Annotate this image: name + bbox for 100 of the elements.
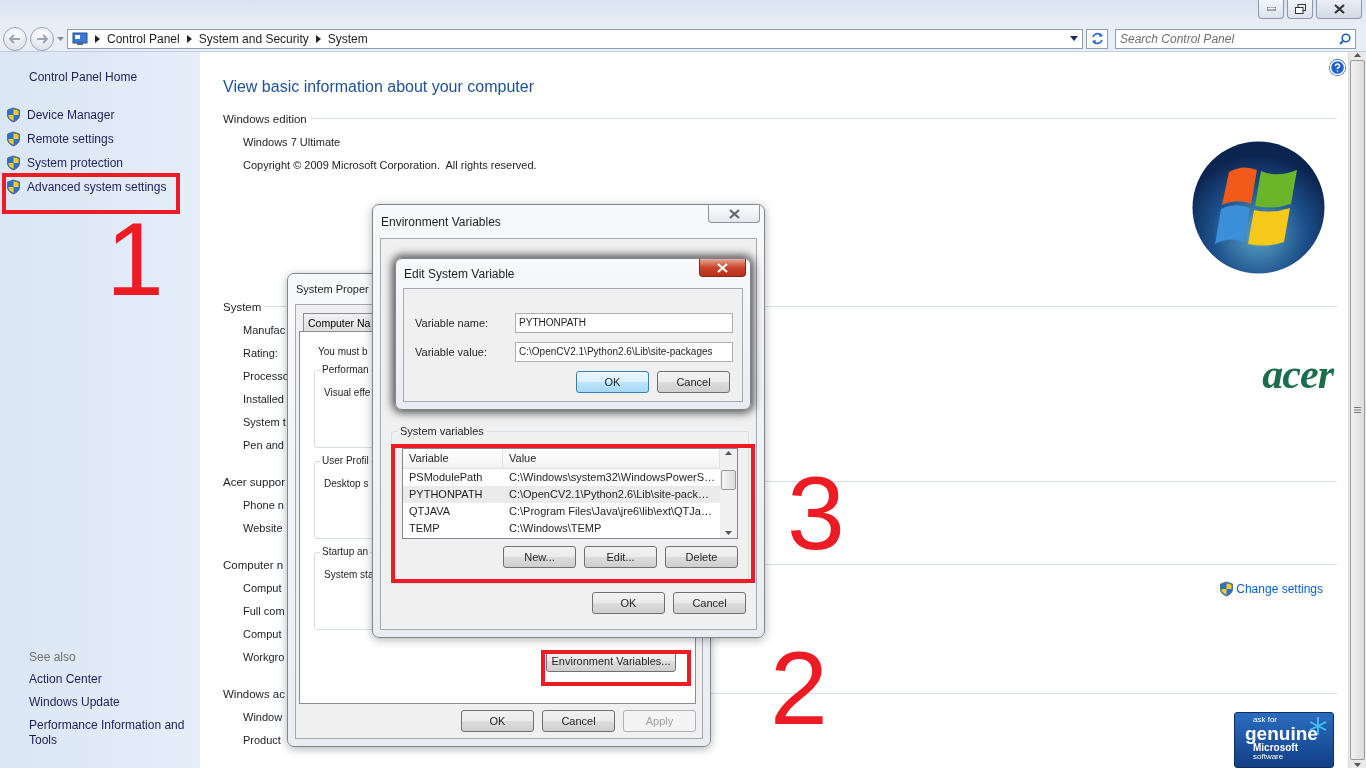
table-cell[interactable]: C:\OpenCV2.1\Python2.6\Lib\site-pack…	[503, 486, 720, 503]
change-settings-link[interactable]: Change settings	[1219, 577, 1323, 600]
chevron-icon	[95, 34, 100, 43]
sidebar-link[interactable]: Remote settings	[27, 132, 114, 146]
section-heading: System	[223, 300, 262, 313]
sidebar-link[interactable]: Performance Information and Tools	[29, 718, 199, 748]
dialog-button[interactable]: Edit...	[584, 546, 657, 568]
dialog-button[interactable]: Cancel	[673, 592, 746, 614]
badge-text: genuine	[1245, 724, 1318, 743]
column-header[interactable]: Value	[503, 449, 720, 469]
see-also-heading: See also	[29, 650, 77, 664]
back-arrow-icon	[9, 33, 21, 44]
info-text: Comput	[243, 581, 282, 596]
brand-logo: acer	[1262, 354, 1333, 394]
group-label: User Profil	[320, 455, 371, 466]
forward-arrow-icon	[36, 33, 48, 44]
info-text: Workgro	[243, 650, 285, 665]
info-text: You must b	[318, 346, 368, 357]
close-icon	[728, 208, 740, 219]
dialog-title: System Proper	[296, 283, 369, 295]
dialog-button[interactable]: Cancel	[542, 710, 615, 732]
table-cell[interactable]: TEMP	[403, 520, 503, 537]
step-number: 1	[106, 207, 164, 311]
column-header[interactable]: Variable	[403, 449, 503, 469]
help-icon[interactable]	[1329, 59, 1346, 76]
scroll-down-icon	[1354, 762, 1361, 768]
breadcrumb-link[interactable]: System and Security	[198, 31, 309, 46]
section-heading: Windows edition	[223, 112, 307, 125]
page-title: View basic information about your computer	[223, 77, 535, 97]
info-text: Comput	[243, 627, 282, 642]
table-cell[interactable]: C:\Windows\system32\WindowsPowerS…	[503, 469, 720, 486]
dialog-button[interactable]: OK	[592, 592, 665, 614]
table-cell[interactable]: PYTHONPATH	[403, 486, 503, 503]
dropdown-caret-icon	[1070, 36, 1078, 41]
section-heading: Windows ac	[223, 687, 285, 700]
close-button[interactable]	[1316, 0, 1362, 19]
info-text: Manufac	[243, 323, 286, 338]
shield-icon	[6, 179, 21, 195]
control-panel-icon	[72, 31, 88, 46]
restore-icon	[1294, 4, 1306, 14]
info-text: Website	[243, 521, 283, 536]
table-cell[interactable]: PSModulePath	[403, 469, 503, 486]
step-number: 3	[787, 461, 845, 565]
table-cell[interactable]: C:\Windows\TEMP	[503, 520, 720, 537]
close-icon	[1333, 4, 1345, 14]
info-text: Desktop s	[324, 478, 369, 489]
scroll-up-icon	[725, 451, 732, 456]
address-bar[interactable]: Control Panel System and Security System	[67, 28, 1083, 49]
dialog-button[interactable]: OK	[576, 371, 649, 393]
info-text: Windows 7 Ultimate	[243, 135, 341, 150]
table-cell[interactable]: QTJAVA	[403, 503, 503, 520]
dialog-title: Environment Variables	[381, 214, 501, 229]
breadcrumb-link[interactable]: Control Panel	[107, 31, 180, 46]
sidebar-link[interactable]: Windows Update	[29, 695, 199, 710]
shield-icon	[6, 155, 21, 171]
breadcrumb-link[interactable]: System	[327, 31, 368, 46]
field-label: Variable value:	[415, 345, 488, 358]
table-cell[interactable]: C:\Program Files\Java\jre6\lib\ext\QTJa…	[503, 503, 720, 520]
scrollbar-thumb[interactable]	[721, 469, 736, 490]
scrollbar-thumb[interactable]	[1350, 60, 1365, 760]
search-field[interactable]: Search Control Panel	[1115, 28, 1356, 49]
sidebar-link[interactable]: Advanced system settings	[27, 180, 167, 194]
info-text: System t	[243, 415, 286, 430]
sidebar-link[interactable]: System protection	[27, 156, 124, 170]
badge-text: Microsoft	[1253, 743, 1298, 753]
section-heading: Acer suppor	[223, 475, 285, 488]
badge-text: ask for	[1253, 716, 1277, 724]
dialog-button[interactable]: Delete	[665, 546, 738, 568]
shield-icon	[6, 131, 21, 147]
group-label: Performan	[320, 364, 371, 375]
close-button[interactable]	[699, 259, 746, 277]
dialog-button[interactable]: Cancel	[657, 371, 730, 393]
refresh-button[interactable]	[1086, 28, 1108, 49]
info-text: Visual effe	[324, 387, 371, 398]
info-text: Phone n	[243, 498, 284, 513]
info-text: Product	[243, 733, 281, 748]
scrollbar[interactable]	[1348, 52, 1366, 768]
info-text: Full com	[243, 604, 285, 619]
info-text: Window	[243, 710, 283, 725]
info-text: Copyright © 2009 Microsoft Corporation. All rights reserved.	[243, 158, 537, 173]
restore-button[interactable]	[1287, 0, 1313, 19]
close-button[interactable]	[708, 205, 760, 223]
group-label: Startup an	[320, 546, 371, 557]
sidebar-link[interactable]: Action Center	[29, 672, 199, 687]
refresh-icon	[1090, 32, 1104, 45]
input-field[interactable]: PYTHONPATH	[515, 312, 733, 333]
scrollbar[interactable]	[720, 449, 737, 538]
input-field[interactable]: C:\OpenCV2.1\Python2.6\Lib\site-packages	[515, 341, 733, 362]
sidebar-link[interactable]: Device Manager	[27, 108, 115, 122]
step-number: 2	[770, 636, 828, 740]
history-caret-icon	[57, 36, 64, 41]
minimize-icon	[1266, 7, 1276, 11]
sidebar-link[interactable]: Control Panel Home	[29, 70, 200, 84]
dialog-button[interactable]: OK	[461, 710, 534, 732]
search-icon[interactable]	[1339, 32, 1351, 45]
info-text: Installed	[243, 392, 284, 407]
chevron-icon	[186, 34, 192, 43]
dialog-button[interactable]: New...	[503, 546, 576, 568]
section-heading: Computer n	[223, 558, 284, 571]
grip-icon	[1354, 407, 1361, 413]
